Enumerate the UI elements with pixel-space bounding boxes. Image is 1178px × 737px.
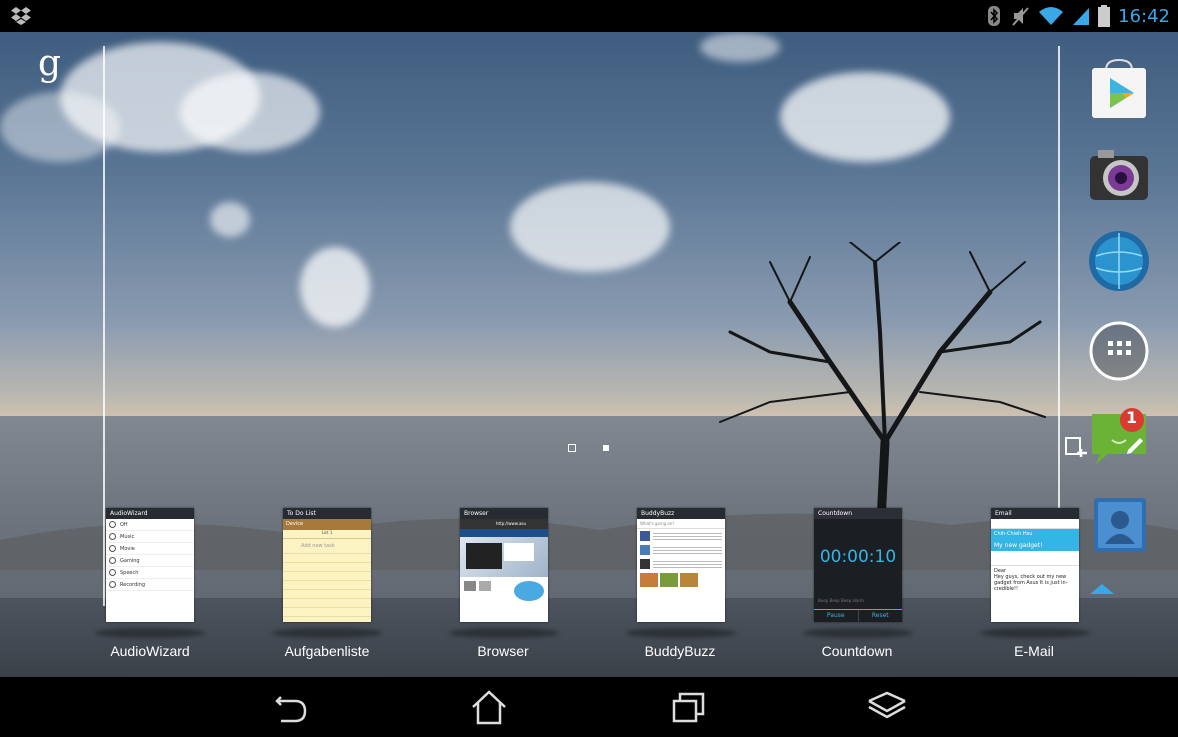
email-from: Chih-Chieh Hsu [994, 531, 1033, 537]
recent-app-thumbnail-audiowizard[interactable]: AudioWizard Off Music Movie Gaming Speec… [106, 508, 194, 622]
thumbnail-title: Countdown [814, 508, 902, 519]
thumbnail-url: http://www.asu [460, 519, 548, 529]
recent-app-label[interactable]: BuddyBuzz [605, 643, 755, 659]
thumbnail-title: Email [991, 508, 1079, 519]
thumbnail-title: BuddyBuzz [637, 508, 725, 519]
list-item: Recording [120, 581, 146, 588]
thumbnail-placeholder: Add new task [283, 539, 371, 554]
list-item: Movie [120, 545, 135, 552]
thumbnail-title: Browser [460, 508, 548, 519]
signal-icon [1073, 8, 1090, 25]
wifi-icon [1039, 7, 1064, 25]
tree-silhouette [719, 242, 1046, 542]
recent-app-label[interactable]: E-Mail [959, 643, 1109, 659]
recent-app-thumbnail-countdown[interactable]: Countdown 00:00:10 Beep Beep Beep alarm … [814, 508, 902, 622]
recent-app-thumbnail-buddybuzz[interactable]: BuddyBuzz What's going on? [637, 508, 725, 622]
battery-icon [1098, 5, 1111, 27]
bluetooth-icon [988, 6, 1001, 26]
camera-icon[interactable] [1088, 144, 1150, 206]
contacts-icon[interactable] [1088, 494, 1150, 556]
countdown-time: 00:00:10 [819, 547, 897, 567]
clock: 16:42 [1118, 5, 1170, 27]
list-item: Music [120, 533, 135, 540]
list-item: Gaming [120, 557, 140, 564]
thumbnail-title: To Do List [283, 508, 371, 519]
recent-app-label[interactable]: Aufgabenliste [252, 643, 402, 659]
dropbox-icon [11, 7, 31, 25]
recent-app-thumbnail-aufgabenliste[interactable]: To Do List Device List 1 Add new task [283, 508, 371, 622]
recent-app-label[interactable]: Browser [428, 643, 578, 659]
back-button[interactable] [269, 685, 313, 729]
status-bar: 16:42 [0, 0, 1178, 32]
browser-globe-icon[interactable] [1088, 230, 1150, 292]
recent-app-thumbnail-email[interactable]: Email Chih-Chieh Hsu My new gadget! Dear… [991, 508, 1079, 622]
notification-badge: 1 [1126, 408, 1138, 427]
recent-app-label[interactable]: Countdown [782, 643, 932, 659]
list-item: Speech [120, 569, 139, 576]
hide-navbar-button[interactable] [865, 685, 909, 729]
page-dot-2[interactable] [603, 445, 609, 451]
countdown-pause: Pause [814, 610, 859, 622]
recent-apps-button[interactable] [667, 685, 711, 729]
recent-app-label[interactable]: AudioWizard [75, 643, 225, 659]
google-search-icon[interactable]: g [38, 46, 64, 84]
list-item: Off [120, 521, 128, 528]
mute-icon [1012, 7, 1029, 26]
email-body: Dear Hey guys, check out my new gadget f… [994, 568, 1068, 592]
home-button[interactable] [467, 685, 511, 729]
thumbnail-title: AudioWizard [106, 508, 194, 519]
navigation-bar [0, 677, 1178, 737]
countdown-alert: Beep Beep Beep alarm [818, 598, 864, 603]
countdown-reset: Reset [871, 612, 889, 619]
add-widget-icon[interactable] [1064, 436, 1088, 458]
dock-expand-icon[interactable] [1090, 582, 1114, 596]
thumbnail-tab: List 1 [283, 530, 371, 539]
memo-widget-icon[interactable]: 1 [1088, 406, 1150, 468]
play-store-icon[interactable] [1088, 58, 1150, 120]
email-subject: My new gadget! [994, 542, 1043, 549]
thumbnail-subheader: Device [283, 519, 371, 530]
left-edge-line [103, 46, 105, 606]
recent-app-thumbnail-browser[interactable]: Browser http://www.asu [460, 508, 548, 622]
thumbnail-search: What's going on? [637, 519, 725, 529]
all-apps-icon[interactable] [1088, 320, 1150, 382]
page-dot-1[interactable] [568, 444, 576, 452]
